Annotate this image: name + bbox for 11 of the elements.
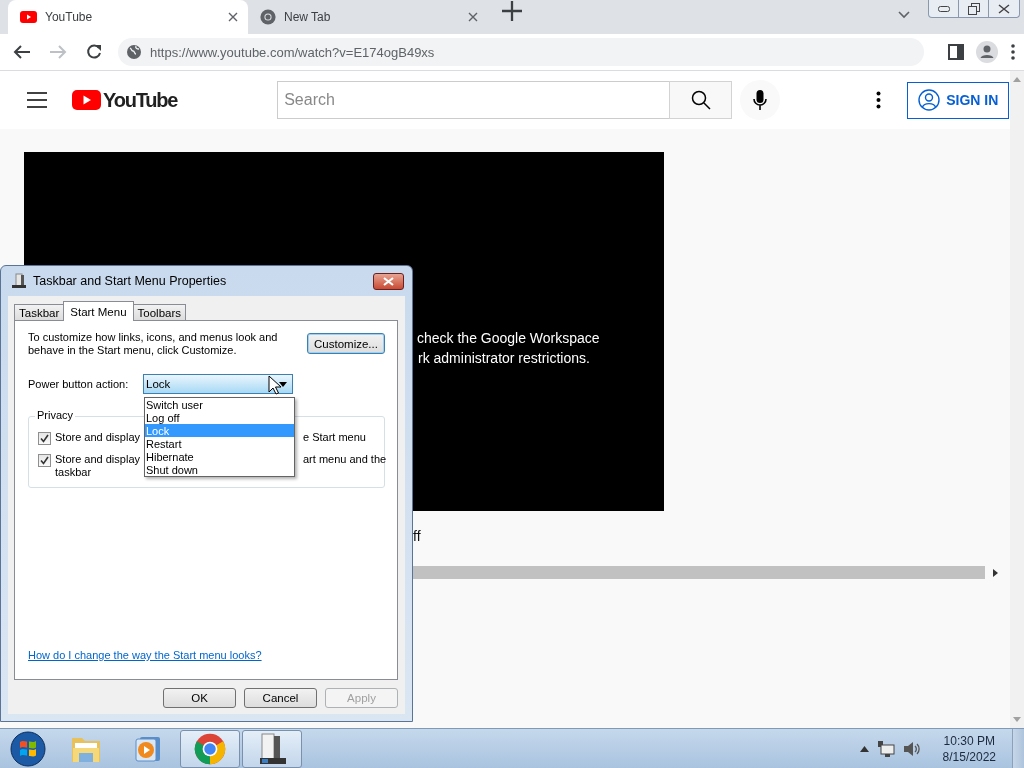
checkbox-label: art menu and the xyxy=(303,453,387,466)
power-button-label: Power button action: xyxy=(28,378,130,390)
video-message: rk administrator restrictions. xyxy=(418,349,591,368)
video-message: check the Google Workspace xyxy=(417,329,601,348)
url-text: https://www.youtube.com/watch?v=E174ogB49xs xyxy=(150,44,435,60)
checkbox-label: e Start menu xyxy=(303,431,366,444)
description-text: To customize how links, icons, and menus look and behave in the Start menu, click Customize. xyxy=(28,331,279,357)
group-legend: Privacy xyxy=(35,409,76,421)
dialog-title: Taskbar and Start Menu Properties xyxy=(33,274,228,288)
video-info-text: ff xyxy=(413,528,422,544)
checkbox-label: Store and display xyxy=(55,431,141,444)
